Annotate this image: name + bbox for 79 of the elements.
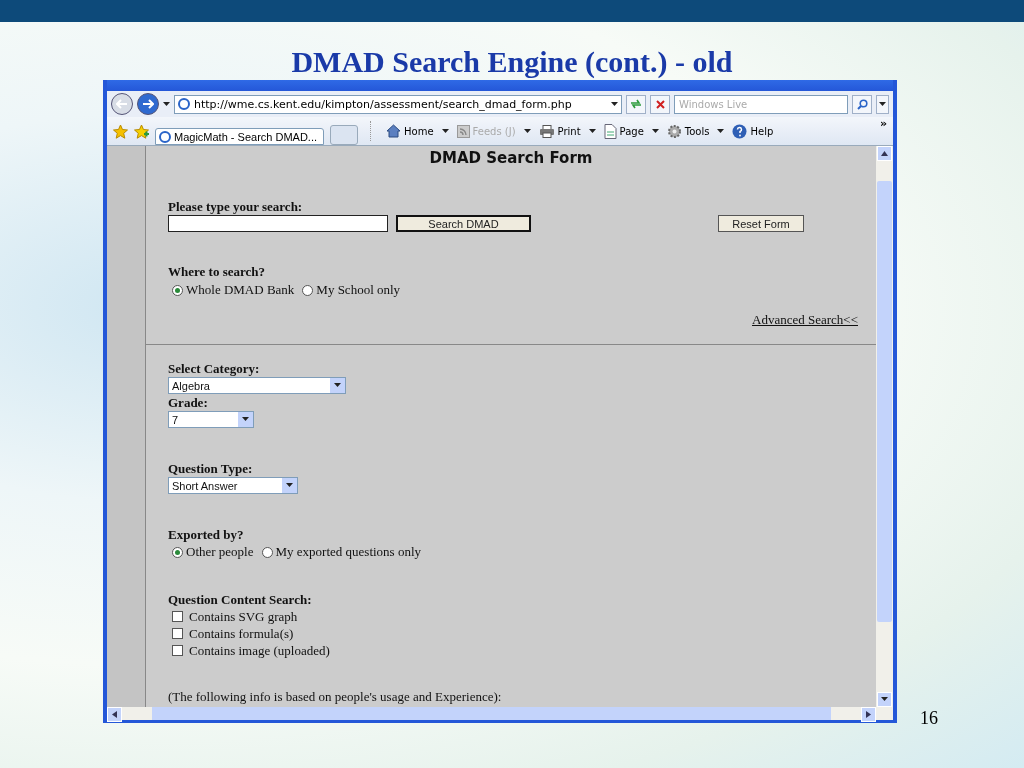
checkbox[interactable] [172,645,183,656]
caret-icon [441,128,449,134]
arrow-right-icon [142,99,154,109]
field-label: Please type your search: [168,199,304,215]
search-field[interactable]: Windows Live [674,94,848,114]
house-icon [386,124,402,138]
search-icon [856,98,868,110]
checkbox[interactable] [172,628,183,639]
advanced-search-link[interactable]: Advanced Search<< [752,312,858,328]
toolbar-button[interactable]: Home [384,124,436,138]
vertical-scrollbar[interactable] [876,146,893,707]
slide-title: DMAD Search Engine (cont.) - old [291,44,733,80]
search-button[interactable]: Search DMAD [396,215,531,232]
horizontal-scrollbar[interactable] [107,707,893,720]
refresh-button[interactable] [626,94,646,114]
stop-button[interactable] [650,94,670,114]
field-label: Exported by? [168,527,245,543]
field-label: Grade: [168,395,209,411]
search-input[interactable] [168,215,388,232]
document-icon [603,123,617,139]
checkbox[interactable] [172,611,183,622]
field-label: Question Type: [168,461,254,477]
search-button[interactable] [852,94,872,114]
arrow-left-icon [116,99,128,109]
field-label: Question Content Search: [168,592,313,608]
caret-icon [588,128,596,134]
toolbar-button[interactable]: Page [601,123,646,139]
checkbox-label: Contains formula(s) [189,625,294,642]
caret-icon [523,128,531,134]
radio-button[interactable] [172,284,183,296]
radio-button[interactable] [261,546,273,558]
caret-icon [651,128,659,134]
scroll-left-icon [112,711,117,718]
toolbar-button[interactable]: Tools [664,123,712,139]
toolbar-button[interactable]: Help [730,123,776,139]
globe-icon [178,98,190,110]
caret-icon [879,101,886,107]
page-number: 16 [920,708,938,729]
radio-label: Whole DMAD Bank [186,282,295,298]
close-icon [655,99,665,109]
more-tools-button[interactable]: » [879,117,887,130]
radio-label: Other people [186,544,254,560]
scroll-up-icon [881,151,888,156]
chevron-down-icon [242,417,249,422]
refresh-icon [630,99,642,109]
search-options-button[interactable] [876,94,889,114]
forward-button[interactable] [137,93,159,115]
chevron-down-icon [334,383,341,388]
checkbox-label: Contains image (uploaded) [189,642,330,659]
browser-tab[interactable]: MagicMath - Search DMAD... [155,128,325,145]
radio-button[interactable] [302,284,314,296]
checkbox-label: Contains SVG graph [189,608,298,625]
radio-button[interactable] [172,546,183,558]
scroll-down-icon [881,697,888,702]
radio-label: My exported questions only [275,544,422,560]
scroll-right-icon [866,711,871,718]
caret-icon [611,101,618,107]
feed-icon [456,124,470,138]
dropdown[interactable]: Short Answer [168,477,298,494]
chevron-down-icon [286,483,293,488]
dropdown[interactable]: 7 [168,411,254,428]
star-icon[interactable] [113,123,128,139]
back-button[interactable] [111,93,133,115]
radio-label: My School only [316,282,401,298]
globe-icon [159,130,171,143]
help-icon [732,123,748,139]
field-label: Select Category: [168,361,261,377]
dropdown[interactable]: Algebra [168,377,346,394]
printer-icon [538,124,555,138]
toolbar-button[interactable]: Print [536,124,583,138]
info-note: (The following info is based on people's usage and Experience): [168,689,502,704]
add-favorite-icon[interactable] [134,123,149,139]
field-label: Where to search? [168,264,266,280]
gear-icon [666,123,682,139]
caret-icon [163,101,170,107]
address-bar[interactable]: http://wme.cs.kent.edu/kimpton/assessment/search_dmad_form.php [174,94,622,114]
caret-icon [717,128,725,134]
reset-button[interactable]: Reset Form [718,215,804,232]
form-heading: DMAD Search Form [428,149,594,167]
